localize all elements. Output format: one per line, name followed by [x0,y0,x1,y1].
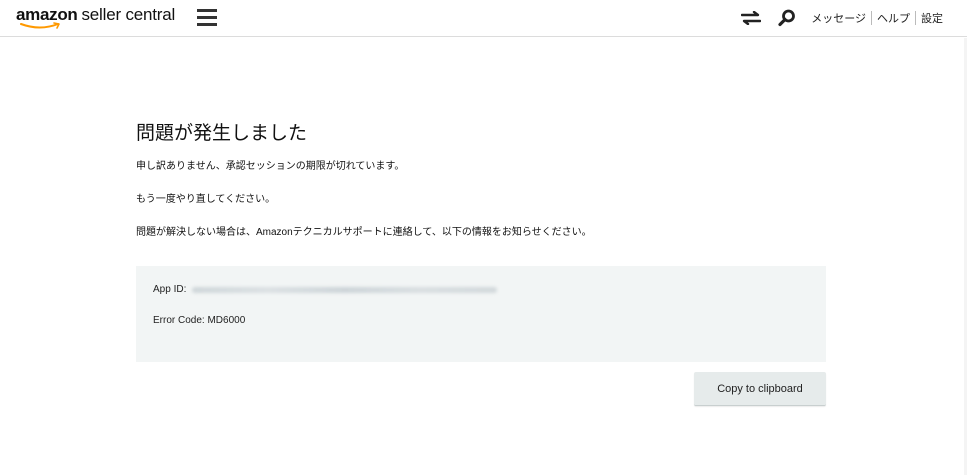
top-navigation-bar: amazon seller central メッセージ ヘルプ 設定 [0,0,967,37]
error-code-row: Error Code: MD6000 [153,314,809,328]
error-message-section: 問題が発生しました 申し訳ありません、承認セッションの期限が切れています。 もう… [136,120,826,259]
search-icon[interactable] [777,8,797,28]
copy-to-clipboard-button[interactable]: Copy to clipboard [694,372,826,406]
app-id-label: App ID: [153,284,187,295]
error-description: 申し訳ありません、承認セッションの期限が切れています。 [136,161,405,172]
page-title: 問題が発生しました [136,123,308,144]
error-code-text: Error Code: MD6000 [153,315,246,326]
amazon-smile-icon [20,22,60,29]
nav-divider [871,11,872,25]
nav-link-settings[interactable]: 設定 [921,10,943,26]
swap-arrows-icon[interactable] [741,8,762,28]
nav-divider [915,11,916,25]
app-id-value-redacted [192,287,498,293]
header-right-nav: メッセージ ヘルプ 設定 [741,0,967,36]
support-instruction: 問題が解決しない場合は、Amazonテクニカルサポートに連絡して、以下の情報をお… [136,227,592,238]
nav-link-help[interactable]: ヘルプ [877,10,910,26]
hamburger-icon[interactable] [197,9,217,26]
error-details-box: App ID: Error Code: MD6000 [136,266,826,362]
nav-link-messages[interactable]: メッセージ [811,10,866,26]
logo-product-name: seller central [81,5,176,24]
amazon-seller-central-logo[interactable]: amazon seller central [16,5,175,33]
app-id-row: App ID: [153,283,809,297]
retry-instruction: もう一度やり直してください。 [136,194,276,205]
